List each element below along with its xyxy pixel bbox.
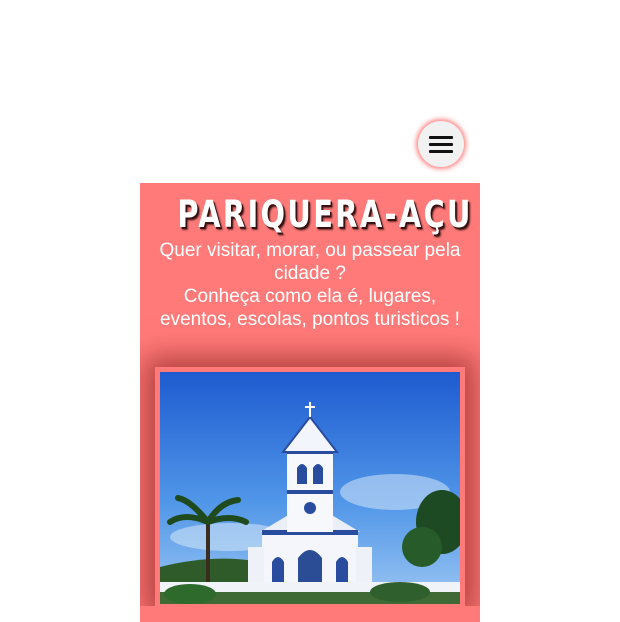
church-illustration: [160, 372, 460, 604]
hamburger-menu-icon: [429, 135, 453, 153]
photo-frame: [155, 367, 465, 607]
church-photo: [160, 372, 460, 604]
hero-card: PARIQUERA-AÇU Quer visitar, morar, ou pa…: [140, 183, 480, 622]
menu-button[interactable]: [418, 121, 464, 167]
hero-subtitle: Quer visitar, morar, ou passear pela cid…: [148, 239, 472, 331]
subtitle-line-1: Quer visitar, morar, ou passear pela cid…: [159, 240, 461, 284]
bottom-strip: [140, 606, 480, 622]
subtitle-line-2: Conheça como ela é, lugares, eventos, es…: [160, 286, 460, 330]
page-title: PARIQUERA-AÇU: [177, 193, 473, 236]
